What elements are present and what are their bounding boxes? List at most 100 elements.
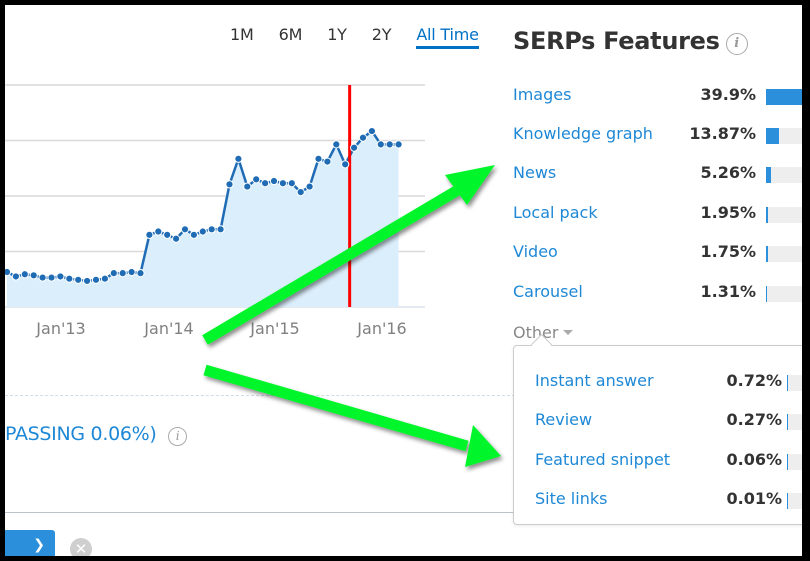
serp-feature-bar-fill <box>766 167 771 183</box>
trend-chart: Jan'13 Jan'14 Jan'15 Jan'16 <box>5 5 425 345</box>
data-point[interactable] <box>38 273 47 282</box>
serp-feature-row: Video 1.75% <box>513 242 802 266</box>
data-point[interactable] <box>136 269 145 278</box>
data-point[interactable] <box>252 175 261 184</box>
data-point[interactable] <box>207 225 216 234</box>
arrowhead-icon <box>465 425 501 467</box>
serps-features-title: SERPs Features i <box>513 27 748 55</box>
serp-feature-bar <box>787 493 802 509</box>
serp-feature-bar <box>787 414 802 430</box>
passing-note-text: PASSING 0.06%) <box>5 423 157 445</box>
data-point[interactable] <box>350 143 359 152</box>
data-point[interactable] <box>127 267 136 277</box>
data-point[interactable] <box>261 179 270 188</box>
chevron-down-icon: ❯ <box>33 537 45 553</box>
serp-feature-percent: 1.95% <box>700 203 756 222</box>
arrowhead-icon <box>445 165 495 205</box>
section-divider <box>5 512 515 513</box>
serp-feature-bar <box>787 454 802 470</box>
data-point[interactable] <box>296 188 305 197</box>
serp-feature-link[interactable]: Knowledge graph <box>513 124 653 143</box>
serp-feature-link[interactable]: News <box>513 163 556 182</box>
other-features-popover: Instant answer 0.72% Review 0.27% Featured s… <box>513 345 802 525</box>
other-feature-row: Instant answer 0.72% <box>535 371 802 395</box>
serp-feature-link[interactable]: Review <box>535 410 592 429</box>
data-point[interactable] <box>358 133 368 142</box>
data-point[interactable] <box>11 272 20 281</box>
data-point[interactable] <box>100 274 110 283</box>
info-icon[interactable]: i <box>168 427 187 446</box>
serp-feature-bar <box>766 286 802 302</box>
serp-feature-link[interactable]: Video <box>513 242 558 261</box>
serp-feature-percent: 1.31% <box>700 282 756 301</box>
x-tick-label: Jan'13 <box>36 319 86 338</box>
data-point[interactable] <box>172 234 181 243</box>
data-point[interactable] <box>269 176 279 186</box>
other-feature-row: Review 0.27% <box>535 410 802 434</box>
serp-feature-bar-fill <box>766 246 768 262</box>
data-point[interactable] <box>216 225 225 234</box>
data-point[interactable] <box>29 271 38 280</box>
serp-feature-bar <box>766 128 802 144</box>
tab-all-time[interactable]: All Time <box>416 25 479 49</box>
data-point[interactable] <box>385 140 394 149</box>
serp-feature-percent: 0.06% <box>726 450 782 469</box>
serp-feature-link[interactable]: Instant answer <box>535 371 654 390</box>
screenshot-frame: 1M 6M 1Y 2Y All Time Jan'13 Jan'14 Jan'1… <box>5 5 802 556</box>
serp-feature-link[interactable]: Images <box>513 85 571 104</box>
serp-feature-link[interactable]: Carousel <box>513 282 583 301</box>
serp-feature-row: Knowledge graph 13.87% <box>513 124 802 148</box>
data-point[interactable] <box>198 227 207 236</box>
close-circle-icon[interactable]: ✕ <box>70 538 92 556</box>
data-point[interactable] <box>341 160 350 169</box>
data-point[interactable] <box>163 230 172 239</box>
data-point[interactable] <box>118 269 127 278</box>
data-point[interactable] <box>314 154 323 163</box>
data-point[interactable] <box>189 230 198 239</box>
data-point[interactable] <box>243 182 252 191</box>
serp-feature-row: Images 39.9% <box>513 85 802 109</box>
data-point[interactable] <box>332 140 341 149</box>
passing-note: PASSING 0.06%) i <box>5 423 187 446</box>
panel-title-text: SERPs Features <box>513 27 720 55</box>
info-icon[interactable]: i <box>725 33 748 55</box>
data-point[interactable] <box>225 180 234 189</box>
data-point[interactable] <box>83 276 92 286</box>
data-point[interactable] <box>5 267 12 277</box>
serp-feature-link[interactable]: Local pack <box>513 203 598 222</box>
other-feature-row: Site links 0.01% <box>535 489 802 513</box>
data-point[interactable] <box>278 179 287 188</box>
data-point[interactable] <box>74 275 83 284</box>
dropdown-button[interactable]: ❯ <box>5 530 55 556</box>
data-point[interactable] <box>145 230 154 239</box>
data-point[interactable] <box>109 269 118 278</box>
serp-feature-link[interactable]: Site links <box>535 489 607 508</box>
x-tick-label: Jan'15 <box>250 319 300 338</box>
serp-feature-row: Local pack 1.95% <box>513 203 802 227</box>
caret-down-icon <box>563 330 574 335</box>
data-point[interactable] <box>376 140 385 149</box>
x-tick-label: Jan'14 <box>144 319 194 338</box>
serp-feature-percent: 0.72% <box>726 371 782 390</box>
data-point[interactable] <box>20 270 29 279</box>
data-point[interactable] <box>323 157 332 166</box>
data-point[interactable] <box>91 275 101 284</box>
data-point[interactable] <box>47 273 56 282</box>
dashed-divider <box>5 395 515 396</box>
serp-feature-link[interactable]: Featured snippet <box>535 450 670 469</box>
serp-feature-bar-fill <box>787 454 788 470</box>
data-point[interactable] <box>180 225 190 234</box>
data-point[interactable] <box>56 272 65 281</box>
data-point[interactable] <box>154 227 163 236</box>
data-point[interactable] <box>394 140 403 149</box>
serp-feature-bar <box>766 207 802 223</box>
serp-feature-percent: 0.27% <box>726 410 782 429</box>
serp-feature-bar <box>766 246 802 262</box>
data-point[interactable] <box>305 182 314 191</box>
serp-feature-bar-fill <box>766 286 768 302</box>
data-point[interactable] <box>65 274 74 283</box>
serp-feature-bar-fill <box>766 128 779 144</box>
data-point[interactable] <box>367 126 376 136</box>
data-point[interactable] <box>234 154 243 163</box>
data-point[interactable] <box>287 179 296 188</box>
